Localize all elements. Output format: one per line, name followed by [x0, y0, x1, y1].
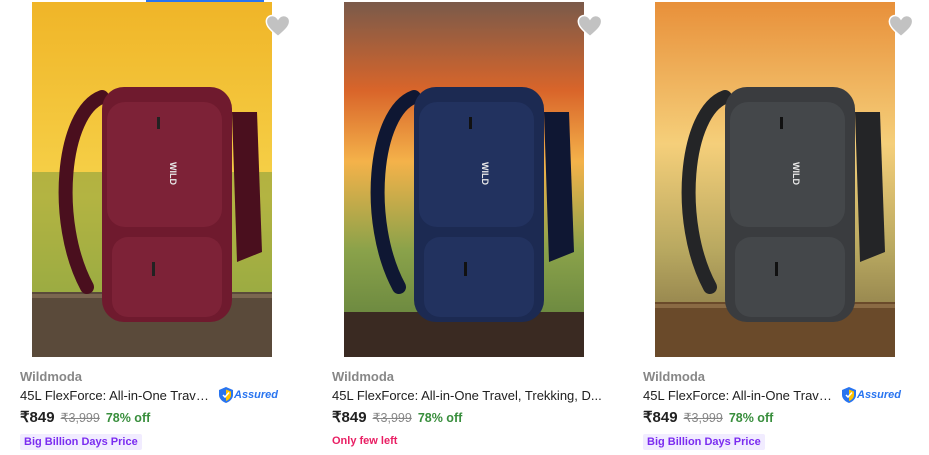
wishlist-button[interactable] — [264, 12, 292, 40]
product-brand: Wildmoda — [20, 369, 82, 384]
wishlist-button[interactable] — [576, 12, 604, 40]
product-title[interactable]: 45L FlexForce: All-in-One Travel... — [20, 388, 216, 403]
product-card[interactable]: WILD Wildmoda 45L FlexForce: All-in-One … — [641, 0, 929, 455]
svg-text:WILD: WILD — [791, 162, 801, 185]
assured-badge: Assured — [219, 387, 278, 403]
product-image[interactable]: WILD — [344, 2, 584, 357]
heart-icon — [265, 14, 291, 38]
offer-tag: Big Billion Days Price — [20, 434, 142, 450]
heart-icon — [577, 14, 603, 38]
original-price: ₹3,999 — [372, 411, 412, 425]
discount-percent: 78% off — [417, 411, 463, 425]
product-image[interactable]: WILD — [655, 2, 895, 357]
svg-text:WILD: WILD — [168, 162, 178, 185]
original-price: ₹3,999 — [683, 411, 723, 425]
heart-icon — [888, 14, 914, 38]
original-price: ₹3,999 — [60, 411, 100, 425]
assured-badge: Assured — [842, 387, 901, 403]
offer-tag: Big Billion Days Price — [643, 434, 765, 450]
svg-text:WILD: WILD — [480, 162, 490, 185]
selling-price: ₹849 — [643, 409, 678, 426]
product-title[interactable]: 45L FlexForce: All-in-One Travel... — [643, 388, 839, 403]
product-title[interactable]: 45L FlexForce: All-in-One Travel, Trekki… — [332, 388, 602, 403]
product-card[interactable]: WILD Wildmoda 45L FlexForce: All-in-One … — [330, 0, 620, 455]
wishlist-button[interactable] — [887, 12, 915, 40]
product-image[interactable]: WILD — [32, 2, 272, 357]
selling-price: ₹849 — [332, 409, 367, 426]
assured-label: Assured — [234, 389, 279, 401]
assured-shield-icon — [219, 387, 233, 403]
product-brand: Wildmoda — [332, 369, 394, 384]
selling-price: ₹849 — [20, 409, 55, 426]
assured-shield-icon — [842, 387, 856, 403]
discount-percent: 78% off — [728, 411, 774, 425]
product-brand: Wildmoda — [643, 369, 705, 384]
discount-percent: 78% off — [105, 411, 151, 425]
stock-alert: Only few left — [332, 435, 398, 447]
assured-label: Assured — [857, 389, 902, 401]
product-card[interactable]: WILD Wildmoda 45L FlexForce: All-in-One … — [18, 0, 308, 455]
